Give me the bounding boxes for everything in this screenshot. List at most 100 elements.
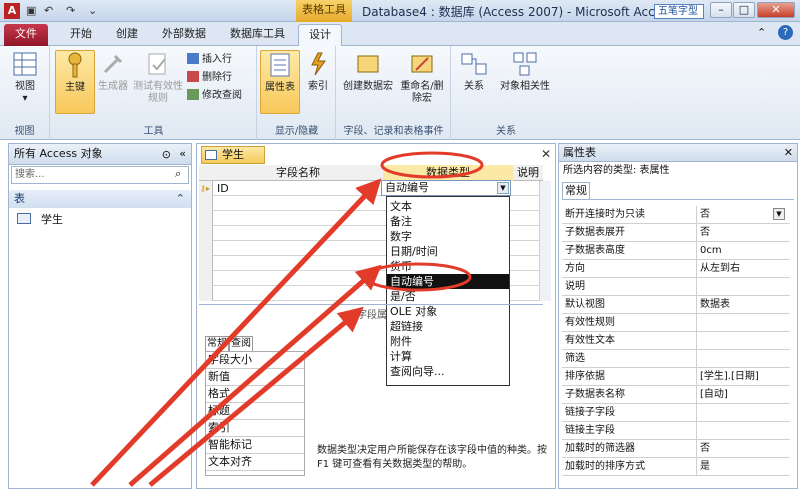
property-row[interactable]: 加载时的筛选器 否 (562, 440, 790, 458)
row-selector[interactable] (199, 271, 213, 286)
property-value[interactable]: 是 (696, 458, 790, 475)
save-icon[interactable]: ▣ (26, 3, 36, 19)
property-value[interactable]: 否 (696, 440, 790, 457)
property-sheet-button[interactable]: 属性表 (260, 50, 300, 114)
search-icon[interactable]: ⌕ (175, 167, 181, 181)
close-button[interactable]: ✕ (757, 2, 795, 18)
maximize-button[interactable]: □ (733, 2, 755, 18)
tab-general[interactable]: 常规 (205, 336, 229, 352)
tab-file[interactable]: 文件 (4, 24, 48, 46)
field-prop-row[interactable]: 字段大小 (206, 352, 304, 369)
dropdown-option[interactable]: OLE 对象 (387, 304, 509, 319)
builder-button[interactable]: 生成器 (93, 50, 133, 93)
rename-delete-macro-button[interactable]: 重命名/删除宏 (397, 50, 447, 105)
property-row[interactable]: 排序依据 [学生].[日期] (562, 368, 790, 386)
nav-pane-header[interactable]: 所有 Access 对象 ⊙ « (9, 144, 191, 165)
view-button[interactable]: 视图 ▾ (5, 50, 45, 105)
row-selector[interactable] (199, 256, 213, 271)
dropdown-option[interactable]: 超链接 (387, 319, 509, 334)
dropdown-option[interactable]: 备注 (387, 214, 509, 229)
property-value[interactable] (696, 314, 790, 331)
close-document-icon[interactable]: ✕ (541, 147, 551, 161)
field-name-cell[interactable]: ID (217, 181, 229, 196)
property-value[interactable]: 否 (696, 224, 790, 241)
property-row[interactable]: 子数据表名称 [自动] (562, 386, 790, 404)
property-value[interactable] (696, 278, 790, 295)
property-row[interactable]: 加载时的排序方式 是 (562, 458, 790, 476)
property-row[interactable]: 链接主字段 (562, 422, 790, 440)
object-dependencies-button[interactable]: 对象相关性 (494, 50, 556, 93)
row-selector[interactable] (199, 196, 213, 211)
primary-key-button[interactable]: 主键 (55, 50, 95, 114)
tab-lookup[interactable]: 查阅 (229, 336, 253, 352)
close-icon[interactable]: ✕ (784, 144, 793, 161)
property-row[interactable]: 链接子字段 (562, 404, 790, 422)
property-row[interactable]: 筛选 (562, 350, 790, 368)
delete-row-button[interactable]: 删除行 (187, 70, 232, 85)
field-prop-row[interactable]: 智能标记 (206, 437, 304, 454)
ime-badge[interactable]: 五笔字型 (654, 4, 704, 19)
grid-scrollbar[interactable] (539, 181, 551, 301)
nav-menu-chevron-icon[interactable]: ⊙ (162, 145, 171, 165)
nav-item-student-table[interactable]: 学生 (17, 212, 63, 228)
tab-design[interactable]: 设计 (298, 24, 342, 46)
dropdown-option[interactable]: 附件 (387, 334, 509, 349)
dropdown-option-selected[interactable]: 自动编号 (387, 274, 509, 289)
data-type-select[interactable]: 自动编号 ▼ (381, 180, 511, 196)
create-data-macro-button[interactable]: 创建数据宏 (343, 50, 393, 93)
ribbon-minimize-icon[interactable]: ⌃ (757, 26, 766, 39)
property-row[interactable]: 有效性文本 (562, 332, 790, 350)
undo-icon[interactable]: ↶ (44, 3, 53, 19)
chevron-down-icon[interactable]: ▼ (497, 182, 509, 194)
tab-home[interactable]: 开始 (60, 24, 102, 46)
row-selector[interactable]: ⚷▸ (199, 181, 213, 196)
property-row[interactable]: 方向 从左到右 (562, 260, 790, 278)
relationships-button[interactable]: 关系 (454, 50, 494, 93)
test-validation-button[interactable]: 测试有效性规则 (133, 50, 183, 105)
dropdown-option[interactable]: 文本 (387, 199, 509, 214)
property-row[interactable]: 子数据表展开 否 (562, 224, 790, 242)
property-value[interactable]: 0cm (696, 242, 790, 259)
field-prop-row[interactable]: 新值 (206, 369, 304, 386)
dropdown-option[interactable]: 日期/时间 (387, 244, 509, 259)
row-selector[interactable] (199, 211, 213, 226)
tab-external-data[interactable]: 外部数据 (152, 24, 216, 46)
property-value[interactable] (696, 350, 790, 367)
field-prop-row[interactable]: 索引 (206, 420, 304, 437)
tab-general[interactable]: 常规 (562, 182, 590, 199)
customize-qat-icon[interactable]: ⌄ (88, 3, 97, 19)
dropdown-option[interactable]: 是/否 (387, 289, 509, 304)
dropdown-option[interactable]: 查阅向导... (387, 364, 509, 379)
property-value[interactable]: [学生].[日期] (696, 368, 790, 385)
property-value[interactable] (696, 422, 790, 439)
tab-create[interactable]: 创建 (106, 24, 148, 46)
row-selector[interactable] (199, 286, 213, 301)
property-row[interactable]: 断开连接时为只读否 (562, 206, 790, 224)
dropdown-option[interactable]: 货币 (387, 259, 509, 274)
modify-lookups-button[interactable]: 修改查阅 (187, 88, 242, 103)
property-value[interactable] (696, 332, 790, 349)
help-icon[interactable]: ? (778, 25, 793, 40)
property-value[interactable]: [自动] (696, 386, 790, 403)
nav-search-input[interactable]: 搜索... (11, 166, 189, 184)
property-value[interactable]: 从左到右 (696, 260, 790, 277)
row-selector[interactable] (199, 241, 213, 256)
chevron-down-icon[interactable]: ▼ (773, 208, 785, 220)
field-prop-row[interactable]: 文本对齐 (206, 454, 304, 471)
property-row[interactable]: 子数据表高度 0cm (562, 242, 790, 260)
row-selector[interactable] (199, 226, 213, 241)
indexes-button[interactable]: 索引 (298, 50, 338, 93)
insert-row-button[interactable]: 插入行 (187, 52, 232, 67)
field-prop-row[interactable]: 格式 (206, 386, 304, 403)
shutter-bar-close-icon[interactable]: « (179, 144, 186, 164)
dropdown-option[interactable]: 计算 (387, 349, 509, 364)
property-row[interactable]: 有效性规则 (562, 314, 790, 332)
field-prop-row[interactable]: 标题 (206, 403, 304, 420)
data-type-dropdown[interactable]: 文本 备注 数字 日期/时间 货币 自动编号 是/否 OLE 对象 超链接 附件… (386, 196, 510, 386)
document-tab-student[interactable]: 学生 (201, 146, 265, 164)
minimize-button[interactable]: – (710, 2, 732, 18)
property-value[interactable]: 数据表 (696, 296, 790, 313)
property-row[interactable]: 说明 (562, 278, 790, 296)
nav-category-tables[interactable]: 表 ⌃ (9, 190, 191, 208)
property-row[interactable]: 默认视图 数据表 (562, 296, 790, 314)
